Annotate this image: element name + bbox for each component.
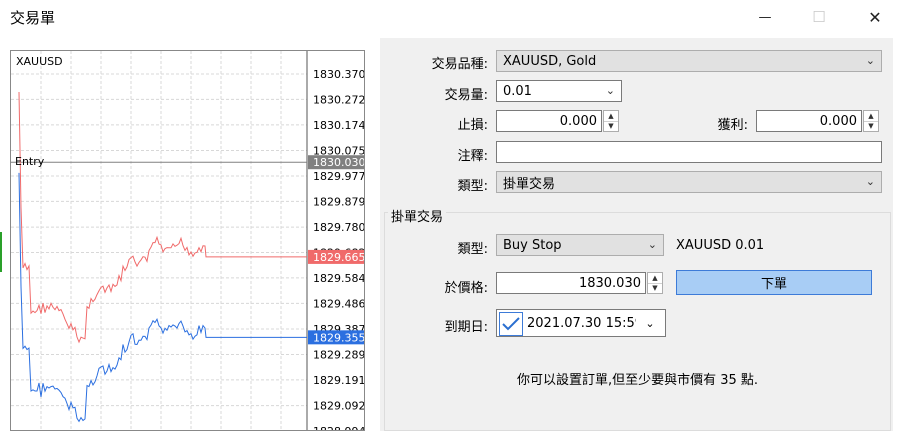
- price-tick-label: 1829.584: [313, 272, 365, 285]
- order-summary: XAUUSD 0.01: [676, 238, 765, 253]
- spin-down-icon[interactable]: ▼: [864, 122, 878, 132]
- left-edge-indicator: [0, 232, 2, 272]
- expiry-value: 2021.07.30 15:59: [527, 315, 644, 331]
- stop-loss-label: 止損:: [457, 118, 488, 133]
- price-tick-label: 1829.780: [313, 221, 365, 234]
- pending-type-label: 類型:: [457, 242, 488, 257]
- pending-group-title: 掛單交易: [388, 206, 447, 225]
- price-tick-label: 1830.370: [313, 68, 365, 81]
- svg-text:1829.665: 1829.665: [313, 251, 365, 264]
- ask-series-line: [18, 92, 307, 344]
- chevron-down-icon: ⌄: [865, 54, 875, 67]
- expiry-checkbox[interactable]: [499, 312, 523, 336]
- symbol-label: 交易品種:: [431, 57, 488, 72]
- bid-price-tag: 1829.355: [308, 330, 365, 345]
- price-tick-label: 1828.994: [313, 425, 365, 431]
- symbol-select[interactable]: XAUUSD, Gold ⌄: [496, 50, 882, 72]
- stop-loss-spinner[interactable]: ▲ ▼: [603, 110, 619, 132]
- volume-value: 0.01: [503, 83, 532, 99]
- take-profit-spinner[interactable]: ▲ ▼: [863, 110, 879, 132]
- chevron-down-icon[interactable]: ⌄: [636, 310, 664, 336]
- entry-price-tag: 1830.030: [308, 155, 365, 170]
- price-tick-label: 1830.174: [313, 119, 365, 132]
- ask-price-tag: 1829.665: [308, 249, 365, 264]
- price-tick-label: 1829.289: [313, 348, 365, 361]
- stop-loss-input[interactable]: 0.000: [496, 110, 602, 132]
- spin-down-icon[interactable]: ▼: [604, 122, 618, 132]
- order-type-value: 掛單交易: [503, 176, 556, 192]
- order-type-label: 類型:: [457, 179, 488, 194]
- chevron-down-icon: ⌄: [647, 238, 657, 251]
- take-profit-value: 0.000: [819, 113, 857, 129]
- close-button[interactable]: ✕: [852, 0, 898, 34]
- tick-chart: 1830.370 1830.272 1830.174 1830.075 1829.977…: [10, 50, 365, 431]
- order-type-select[interactable]: 掛單交易 ⌄: [496, 171, 882, 193]
- price-tick-label: 1829.191: [313, 374, 365, 387]
- price-tick-label: 1829.879: [313, 195, 365, 208]
- spin-up-icon[interactable]: ▲: [604, 111, 618, 122]
- take-profit-input[interactable]: 0.000: [756, 110, 862, 132]
- minimize-icon: —: [758, 9, 772, 25]
- price-value: 1830.030: [578, 275, 641, 291]
- title-bar: 交易單 — ☐ ✕: [0, 0, 902, 34]
- info-message: 你可以設置訂單,但至少要與市價有 35 點.: [516, 373, 759, 388]
- minimize-button[interactable]: —: [742, 0, 788, 34]
- close-icon: ✕: [868, 7, 882, 27]
- comment-input[interactable]: [496, 141, 882, 163]
- volume-combobox[interactable]: 0.01 ⌄: [496, 80, 622, 102]
- svg-text:1830.030: 1830.030: [313, 156, 365, 169]
- stop-loss-value: 0.000: [559, 113, 597, 129]
- chevron-down-icon: ⌄: [865, 175, 875, 188]
- bid-series-line: [18, 172, 307, 423]
- chevron-down-icon: ⌄: [605, 84, 615, 97]
- tick-chart-svg: 1830.3701830.2721830.1741830.0751829.977…: [11, 51, 365, 431]
- price-spinner[interactable]: ▲ ▼: [647, 272, 663, 294]
- spin-up-icon[interactable]: ▲: [864, 111, 878, 122]
- expiry-label: 到期日:: [444, 320, 488, 335]
- maximize-icon: ☐: [812, 8, 826, 26]
- place-order-button[interactable]: 下單: [676, 270, 872, 295]
- checkmark-icon: [502, 317, 520, 331]
- price-tick-label: 1829.092: [313, 400, 365, 413]
- take-profit-label: 獲利:: [717, 118, 748, 133]
- price-tick-label: 1829.977: [313, 170, 365, 183]
- price-input[interactable]: 1830.030: [496, 272, 646, 294]
- comment-label: 注釋:: [457, 149, 488, 164]
- symbol-select-value: XAUUSD, Gold: [503, 53, 597, 69]
- window-title: 交易單: [10, 9, 56, 27]
- spin-down-icon[interactable]: ▼: [648, 284, 662, 294]
- pending-type-select[interactable]: Buy Stop ⌄: [496, 234, 664, 256]
- maximize-button: ☐: [796, 0, 842, 34]
- pending-type-value: Buy Stop: [503, 237, 562, 253]
- svg-text:1829.355: 1829.355: [313, 331, 365, 344]
- spin-up-icon[interactable]: ▲: [648, 273, 662, 284]
- price-label: 於價格:: [444, 281, 488, 296]
- chart-symbol-label: XAUUSD: [16, 55, 63, 68]
- price-tick-label: 1829.486: [313, 297, 365, 310]
- price-tick-label: 1830.272: [313, 93, 365, 106]
- entry-label: Entry: [15, 155, 45, 168]
- volume-label: 交易量:: [444, 88, 488, 103]
